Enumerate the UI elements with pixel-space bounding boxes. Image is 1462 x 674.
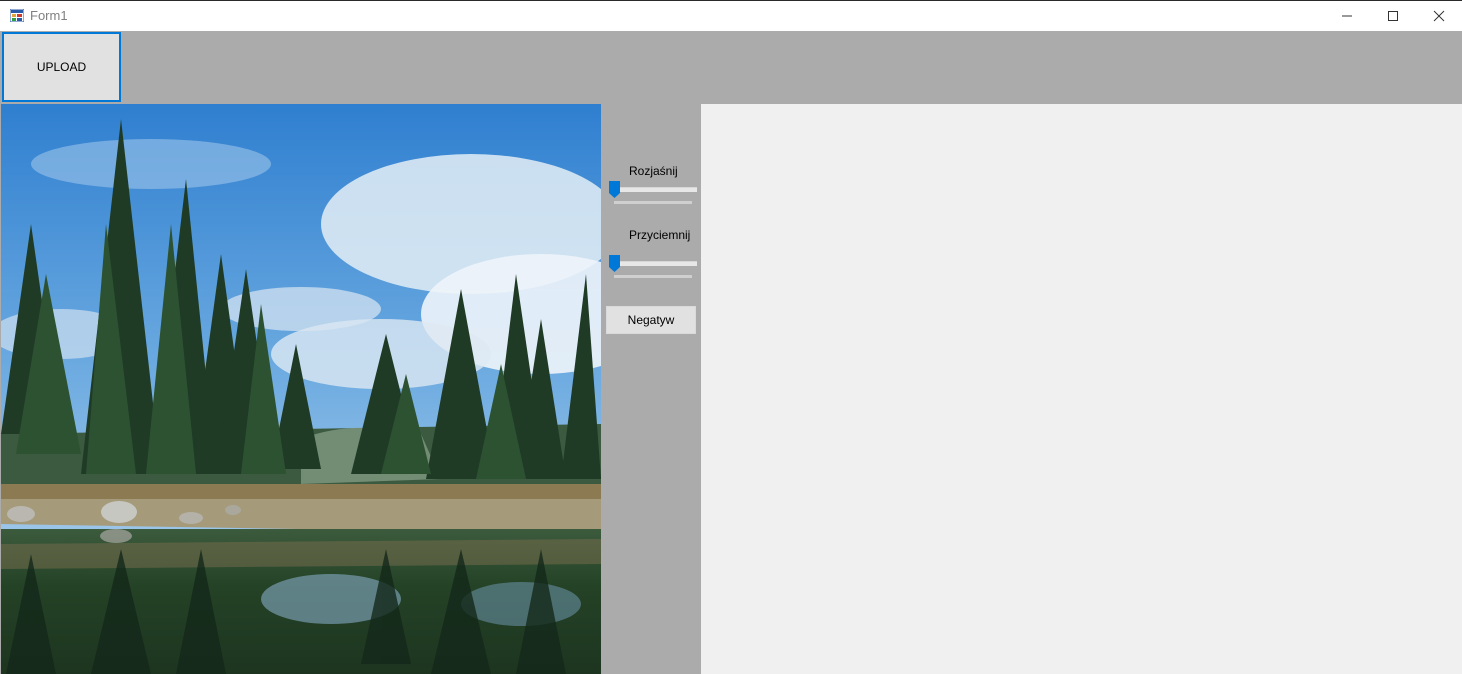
slider-track [610,187,697,192]
maximize-button[interactable] [1370,1,1416,31]
minimize-icon [1342,15,1352,17]
minimize-button[interactable] [1324,1,1370,31]
darken-label: Przyciemnij [629,228,691,242]
window-title: Form1 [30,8,68,23]
close-button[interactable] [1416,1,1462,31]
lake-forest-landscape-image [1,104,601,674]
slider-tick-line [614,201,692,204]
form-app-icon [10,9,24,22]
negative-button[interactable]: Negatyw [606,306,696,334]
close-icon [1433,10,1445,22]
darken-slider[interactable] [606,252,698,280]
upload-button[interactable]: UPLOAD [2,32,121,102]
original-image-box [1,104,601,674]
slider-track [610,261,697,266]
form-client-area: UPLOAD Rozjaśnij Przyciemnij Negatyw [0,31,1462,674]
slider-tick-line [614,275,692,278]
slider-thumb[interactable] [609,255,620,272]
title-bar: Form1 [0,0,1462,31]
slider-thumb[interactable] [609,181,620,198]
brighten-label: Rozjaśnij [629,164,678,178]
maximize-icon [1388,11,1398,21]
brighten-slider[interactable] [606,178,698,206]
result-image-box [701,104,1462,674]
